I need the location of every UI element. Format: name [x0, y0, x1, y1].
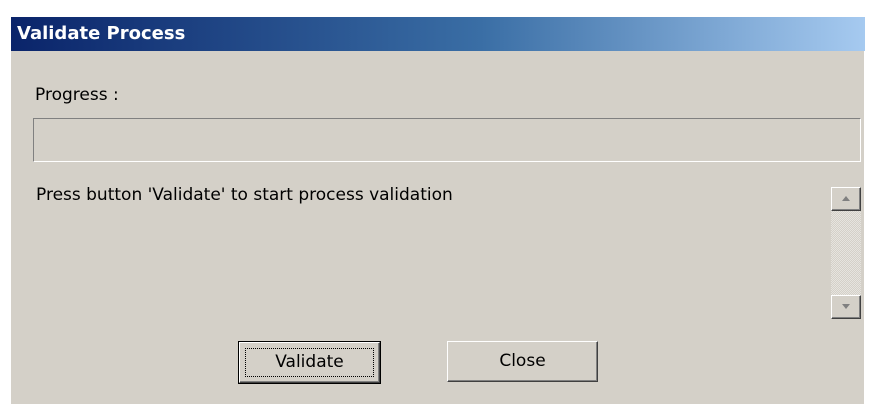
triangle-down-icon [842, 304, 850, 309]
close-button-label: Close [499, 351, 546, 371]
message-area: Press button 'Validate' to start process… [33, 177, 823, 327]
status-message: Press button 'Validate' to start process… [36, 185, 453, 205]
title-bar[interactable]: Validate Process [11, 17, 865, 51]
triangle-up-icon [842, 196, 850, 201]
validate-button-label: Validate [275, 352, 344, 372]
validate-process-dialog: Validate Process Progress : Press button… [10, 17, 865, 404]
validate-button[interactable]: Validate [238, 341, 381, 384]
vertical-scrollbar[interactable] [831, 187, 861, 319]
progress-bar [33, 118, 861, 162]
scroll-up-button[interactable] [831, 187, 861, 211]
close-button[interactable]: Close [447, 341, 598, 382]
dialog-title: Validate Process [17, 23, 186, 44]
progress-label: Progress : [35, 85, 119, 105]
scroll-down-button[interactable] [831, 295, 861, 319]
